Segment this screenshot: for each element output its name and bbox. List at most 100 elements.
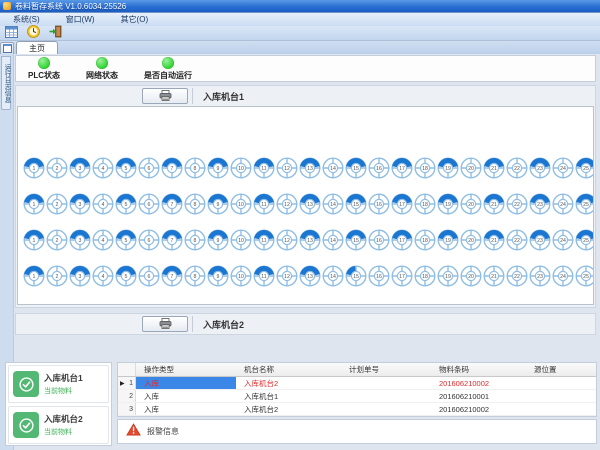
svg-text:18: 18 — [422, 202, 428, 208]
svg-text:16: 16 — [376, 274, 382, 280]
print-button-1[interactable] — [142, 88, 188, 104]
window-title: 卷料暂存系统 V1.0.6034.25526 — [15, 1, 126, 12]
svg-text:3: 3 — [79, 202, 82, 208]
svg-text:7: 7 — [171, 274, 174, 280]
svg-text:5: 5 — [125, 274, 128, 280]
machine-card: 入库机台2当前物料 — [8, 406, 109, 444]
status-panel: PLC状态网络状态是否自动运行 — [15, 55, 596, 82]
side-panel-tab[interactable]: 运行日志信息 — [1, 56, 11, 110]
table-button[interactable] — [4, 27, 19, 40]
reel-slot-7: 7 — [161, 193, 183, 215]
alarm-label: 报警信息 — [147, 426, 179, 437]
row-number: 3 — [129, 406, 133, 413]
reel-slot-22: 22 — [506, 193, 528, 215]
svg-text:3: 3 — [79, 274, 82, 280]
printer-icon — [159, 317, 172, 332]
svg-text:13: 13 — [307, 238, 313, 244]
reel-slot-23: 23 — [529, 229, 551, 251]
reel-slot-9: 9 — [207, 157, 229, 179]
tab-home[interactable]: 主页 — [16, 41, 58, 54]
reel-slot-17: 17 — [391, 265, 413, 287]
table-row[interactable]: 4 — [118, 416, 596, 417]
svg-text:17: 17 — [399, 238, 405, 244]
reel-slot-19: 19 — [437, 265, 459, 287]
status-dot — [38, 57, 50, 69]
exit-button[interactable] — [48, 27, 63, 40]
reel-slot-15: 15 — [345, 157, 367, 179]
clock-button[interactable] — [26, 27, 41, 40]
table-cell — [236, 416, 341, 417]
reel-slot-5: 5 — [115, 229, 137, 251]
status-indicator: 网络状态 — [86, 57, 118, 81]
svg-text:18: 18 — [422, 166, 428, 172]
reel-slot-16: 16 — [368, 265, 390, 287]
svg-text:14: 14 — [330, 166, 336, 172]
table-cell: 201606210002 — [431, 377, 526, 389]
reel-slot-12: 12 — [276, 157, 298, 179]
divider — [192, 316, 193, 332]
reel-slot-23: 23 — [529, 157, 551, 179]
table-row[interactable]: 2入库入库机台1201606210001 — [118, 390, 596, 403]
svg-text:24: 24 — [560, 238, 566, 244]
reel-slot-18: 18 — [414, 229, 436, 251]
svg-text:3: 3 — [79, 238, 82, 244]
machine-card-texts: 入库机台1当前物料 — [44, 372, 83, 396]
menu-item[interactable]: 其它(O) — [112, 13, 158, 26]
svg-text:2: 2 — [56, 166, 59, 172]
svg-text:10: 10 — [238, 238, 244, 244]
printer-icon — [159, 89, 172, 104]
table-row[interactable]: ▶1入库入库机台2201606210002 — [118, 377, 596, 390]
svg-text:16: 16 — [376, 202, 382, 208]
column-header[interactable]: 源位置 — [526, 364, 596, 375]
svg-text:22: 22 — [514, 202, 520, 208]
svg-text:5: 5 — [125, 238, 128, 244]
column-header[interactable]: 操作类型 — [136, 364, 236, 375]
reel-slot-6: 6 — [138, 193, 160, 215]
reel-slot-21: 21 — [483, 265, 505, 287]
reel-slot-19: 19 — [437, 157, 459, 179]
svg-text:16: 16 — [376, 166, 382, 172]
machine-card-texts: 入库机台2当前物料 — [44, 413, 83, 437]
reel-slot-25: 25 — [575, 265, 594, 287]
status-indicator: PLC状态 — [28, 57, 60, 81]
reel-slot-25: 25 — [575, 193, 594, 215]
reel-slot-25: 25 — [575, 229, 594, 251]
svg-text:15: 15 — [353, 238, 359, 244]
reel-slot-13: 13 — [299, 229, 321, 251]
reel-slot-17: 17 — [391, 157, 413, 179]
reel-slot-13: 13 — [299, 265, 321, 287]
column-header[interactable]: 物料条码 — [431, 364, 526, 375]
reel-slot-12: 12 — [276, 193, 298, 215]
status-dot — [96, 57, 108, 69]
svg-text:10: 10 — [238, 202, 244, 208]
svg-text:6: 6 — [148, 166, 151, 172]
hidden-panel-tab[interactable] — [0, 42, 14, 54]
svg-text:25: 25 — [583, 274, 589, 280]
reel-slot-4: 4 — [92, 193, 114, 215]
reel-slot-7: 7 — [161, 265, 183, 287]
reel-row: 1234567891011121314151617181920212223242… — [18, 265, 593, 287]
menu-item[interactable]: 窗口(W) — [57, 13, 104, 26]
column-header[interactable]: 机台名称 — [236, 364, 341, 375]
column-header[interactable]: 计划单号 — [341, 364, 431, 375]
table-cell: 入库 — [136, 403, 236, 415]
header-spacer — [16, 86, 142, 106]
svg-text:21: 21 — [491, 202, 497, 208]
machine-status-panel: 入库机台1当前物料入库机台2当前物料 — [5, 362, 112, 446]
reel-slot-2: 2 — [46, 193, 68, 215]
reel-slot-23: 23 — [529, 193, 551, 215]
reel-slot-18: 18 — [414, 157, 436, 179]
svg-text:8: 8 — [194, 166, 197, 172]
svg-text:9: 9 — [217, 166, 220, 172]
table-cell — [526, 377, 596, 389]
svg-text:5: 5 — [125, 166, 128, 172]
reel-slot-8: 8 — [184, 157, 206, 179]
svg-text:11: 11 — [261, 202, 266, 208]
print-button-2[interactable] — [142, 316, 188, 332]
table-row[interactable]: 3入库入库机台2201606210002 — [118, 403, 596, 416]
reel-slot-16: 16 — [368, 229, 390, 251]
exit-icon — [49, 25, 62, 41]
reel-slot-20: 20 — [460, 157, 482, 179]
table-cell — [431, 416, 526, 417]
svg-text:24: 24 — [560, 274, 566, 280]
